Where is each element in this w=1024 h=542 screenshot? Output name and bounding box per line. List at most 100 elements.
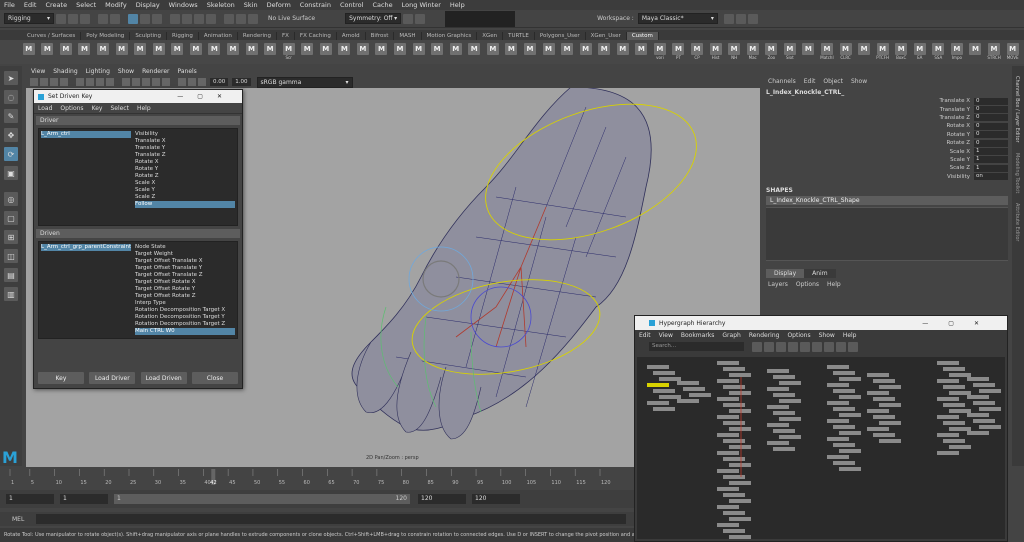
hypergraph-node[interactable] — [717, 451, 739, 455]
driver-attr-translate-z[interactable]: Translate Z — [135, 152, 235, 159]
isolate-icon[interactable] — [198, 78, 206, 86]
hypergraph-node[interactable] — [653, 389, 675, 393]
menu-long-winter[interactable]: Long Winter — [402, 1, 441, 9]
time-slider[interactable]: 1 5 10 15 20 25 30 35 40 45 50 55 60 65 70 75 80 85 90 95 10… — [0, 467, 634, 489]
hypergraph-node[interactable] — [779, 381, 801, 385]
hypergraph-node[interactable] — [967, 431, 989, 435]
hypergraph-node[interactable] — [839, 395, 861, 399]
driver-attr-scale-y[interactable]: Scale Y — [135, 187, 235, 194]
hypergraph-node[interactable] — [839, 449, 861, 453]
menu-deform[interactable]: Deform — [267, 1, 291, 9]
hypergraph-node[interactable] — [879, 403, 901, 407]
channel-row-translate-y[interactable]: Translate Y 0 — [762, 105, 1012, 114]
hypergraph-node[interactable] — [773, 411, 795, 415]
range-bar[interactable]: 1 120 — [114, 494, 410, 504]
rotate-tool-icon[interactable]: ⟳ — [4, 147, 18, 161]
hypergraph-menu-options[interactable]: Options — [787, 332, 810, 339]
hypergraph-node[interactable] — [937, 361, 959, 365]
hypergraph-node[interactable] — [767, 441, 789, 445]
hypergraph-node[interactable] — [717, 361, 739, 365]
hypergraph-node[interactable] — [773, 447, 795, 451]
shelf-icon-32[interactable]: M — [616, 43, 630, 61]
channel-row-visibility[interactable]: Visibility on — [762, 173, 1012, 181]
shelf-icon-scr[interactable]: M Scr — [282, 43, 296, 61]
hypergraph-node[interactable] — [683, 387, 705, 391]
hypergraph-node[interactable] — [729, 409, 751, 413]
driven-attr-target-offset-rotate-z[interactable]: Target Offset Rotate Z — [135, 293, 235, 300]
shelf-tab-arnold[interactable]: Arnold — [337, 32, 366, 40]
shelf-icon-ssa[interactable]: M SSA — [932, 43, 946, 61]
menu-control[interactable]: Control — [340, 1, 364, 9]
range-end-field[interactable]: 120 — [418, 494, 466, 504]
open-scene-icon[interactable] — [68, 13, 78, 24]
hypergraph-node[interactable] — [717, 505, 739, 509]
hypergraph-node[interactable] — [729, 481, 751, 485]
driver-attr-scale-z[interactable]: Scale Z — [135, 194, 235, 201]
channel-value[interactable]: 1 — [974, 148, 1008, 156]
shelf-tab-poly-modeling[interactable]: Poly Modeling — [81, 32, 131, 40]
scene-hierarchy-icon[interactable] — [788, 341, 798, 352]
shelf-icon-hist[interactable]: M Hist — [709, 43, 723, 61]
shelf-tab-fx[interactable]: FX — [277, 32, 295, 40]
shelf-tab-mash[interactable]: MASH — [394, 32, 422, 40]
hypergraph-node[interactable] — [677, 381, 699, 385]
menu-help[interactable]: Help — [450, 1, 465, 9]
channel-box-menu-show[interactable]: Show — [851, 78, 867, 85]
hypergraph-node[interactable] — [773, 393, 795, 397]
shelf-icon-25[interactable]: M — [486, 43, 500, 61]
driven-attr-main-ctrl-w0[interactable]: Main CTRL W0 — [135, 328, 235, 335]
frame-hierarchy-icon[interactable] — [776, 341, 786, 352]
shelf-icon-13[interactable]: M — [263, 43, 277, 61]
channel-row-scale-y[interactable]: Scale Y 1 — [762, 156, 1012, 164]
driver-attr-rotate-x[interactable]: Rotate X — [135, 159, 235, 166]
hypergraph-node[interactable] — [717, 415, 739, 419]
select-object-icon[interactable] — [140, 13, 150, 24]
render-settings-icon[interactable] — [248, 13, 258, 24]
shelf-tab-xgen[interactable]: XGen — [477, 32, 504, 40]
image-plane-icon[interactable] — [60, 78, 68, 86]
shelf-icon-ptcfh[interactable]: M PTCFH — [876, 43, 890, 61]
hypergraph-node[interactable] — [827, 437, 849, 441]
channel-row-rotate-y[interactable]: Rotate Y 0 — [762, 131, 1012, 139]
shelf-icon-18[interactable]: M — [356, 43, 370, 61]
range-start-field[interactable]: 1 — [60, 494, 108, 504]
driver-attr-translate-y[interactable]: Translate Y — [135, 145, 235, 152]
end-time-field[interactable]: 120 — [472, 494, 520, 504]
live-surface-label[interactable]: No Live Surface — [268, 15, 315, 22]
shelf-icon-31[interactable]: M — [597, 43, 611, 61]
hypergraph-node[interactable] — [943, 403, 965, 407]
shelf-icon-20[interactable]: M — [393, 43, 407, 61]
hypergraph-node[interactable] — [879, 439, 901, 443]
driver-attr-rotate-z[interactable]: Rotate Z — [135, 173, 235, 180]
viewport-menu-shading[interactable]: Shading — [53, 68, 77, 75]
gamma-field[interactable]: 1.00 — [232, 78, 251, 86]
shelf-tab-animation[interactable]: Animation — [199, 32, 238, 40]
hypergraph-node[interactable] — [867, 409, 889, 413]
window-controls[interactable]: —▢✕ — [177, 93, 236, 100]
layout-four-icon[interactable]: ⊞ — [4, 230, 18, 244]
shelf-icon-vori[interactable]: Mvori — [653, 43, 667, 61]
wireframe-icon[interactable] — [122, 78, 130, 86]
hypergraph-node[interactable] — [723, 457, 745, 461]
hypergraph-graph-area[interactable] — [637, 357, 1005, 539]
select-component-icon[interactable] — [152, 13, 162, 24]
menu-display[interactable]: Display — [136, 1, 160, 9]
render-icon[interactable] — [224, 13, 234, 24]
hypergraph-node[interactable] — [729, 535, 751, 539]
shelf-tab-curves-surfaces[interactable]: Curves / Surfaces — [22, 32, 82, 40]
xray-icon[interactable] — [178, 78, 186, 86]
shelf-tab-rendering[interactable]: Rendering — [238, 32, 277, 40]
shelf-icon-29[interactable]: M — [560, 43, 574, 61]
hypergraph-node[interactable] — [979, 425, 1001, 429]
hypergraph-node[interactable] — [779, 399, 801, 403]
shelf-icon-cp[interactable]: M CP — [690, 43, 704, 61]
layout-outliner-icon[interactable]: ▤ — [4, 268, 18, 282]
shelf-icon-9[interactable]: M — [189, 43, 203, 61]
viewport-menu-lighting[interactable]: Lighting — [86, 68, 110, 75]
hypergraph-node[interactable] — [833, 407, 855, 411]
hypergraph-node[interactable] — [827, 455, 849, 459]
driven-attr-target-offset-translate-x[interactable]: Target Offset Translate X — [135, 258, 235, 265]
hypergraph-node[interactable] — [967, 377, 989, 381]
film-gate-icon[interactable] — [86, 78, 94, 86]
shelf-icon-6[interactable]: M — [133, 43, 147, 61]
